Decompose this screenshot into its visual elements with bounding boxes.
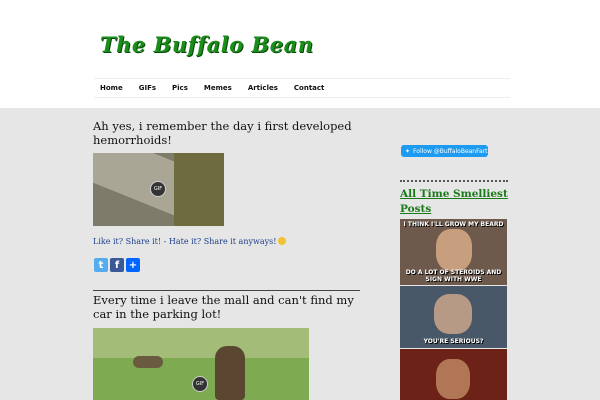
popular-post-thumbnail[interactable] (400, 349, 507, 400)
grass-image-area (174, 153, 224, 226)
twitter-follow-button[interactable]: ✦ Follow @BuffaloBeanFart (401, 145, 488, 157)
sidebar-divider (400, 180, 508, 182)
site-title: The Buffalo Bean (100, 31, 314, 57)
share-prompt-text: Like it? Share it! - Hate it? Share it a… (93, 237, 277, 246)
groundhog-image (215, 346, 245, 400)
twitter-icon[interactable]: t (94, 258, 108, 272)
main-nav: Home GIFs Pics Memes Articles Contact (94, 78, 510, 98)
facebook-icon[interactable]: f (110, 258, 124, 272)
follow-label: Follow @BuffaloBeanFart (413, 147, 488, 155)
post-gif-thumbnail[interactable]: GIF (93, 328, 309, 400)
gif-play-icon[interactable]: GIF (150, 181, 166, 197)
meme-bottom-text: DO A LOT OF STEROIDS AND SIGN WITH WWE (405, 269, 502, 283)
post-divider (93, 290, 360, 291)
sidebar-heading[interactable]: All Time Smelliest Posts (400, 187, 510, 217)
post-title[interactable]: Every time i leave the mall and can't fi… (93, 293, 368, 321)
nav-item-home[interactable]: Home (100, 84, 123, 92)
meme-bottom-text: YOU'RE SERIOUS? (423, 338, 484, 345)
nav-item-articles[interactable]: Articles (248, 84, 278, 92)
meme-face (434, 294, 472, 334)
social-share-bar: t f + (94, 258, 140, 272)
gif-play-icon[interactable]: GIF (192, 376, 208, 392)
popular-post-thumbnail[interactable]: YOU'RE SERIOUS? (400, 286, 507, 348)
site-logo[interactable]: The Buffalo Bean (94, 22, 313, 66)
meme-top-text: I THINK I'LL GROW MY BEARD (403, 221, 504, 228)
meme-face (436, 359, 470, 399)
popular-post-thumbnail[interactable]: I THINK I'LL GROW MY BEARD DO A LOT OF S… (400, 219, 507, 285)
background-field (93, 328, 309, 358)
nav-item-contact[interactable]: Contact (294, 84, 325, 92)
nav-item-memes[interactable]: Memes (204, 84, 232, 92)
smiley-icon (278, 237, 287, 245)
share-plus-icon[interactable]: + (126, 258, 140, 272)
distant-animals (133, 356, 163, 368)
twitter-bird-icon: ✦ (405, 147, 411, 155)
nav-item-gifs[interactable]: GIFs (139, 84, 156, 92)
meme-face (436, 229, 472, 271)
site-header: The Buffalo Bean Home GIFs Pics Memes Ar… (0, 0, 600, 108)
share-prompt: Like it? Share it! - Hate it? Share it a… (93, 237, 287, 246)
post-gif-thumbnail[interactable]: GIF (93, 153, 224, 226)
post-title[interactable]: Ah yes, i remember the day i first devel… (93, 119, 363, 147)
nav-item-pics[interactable]: Pics (172, 84, 188, 92)
